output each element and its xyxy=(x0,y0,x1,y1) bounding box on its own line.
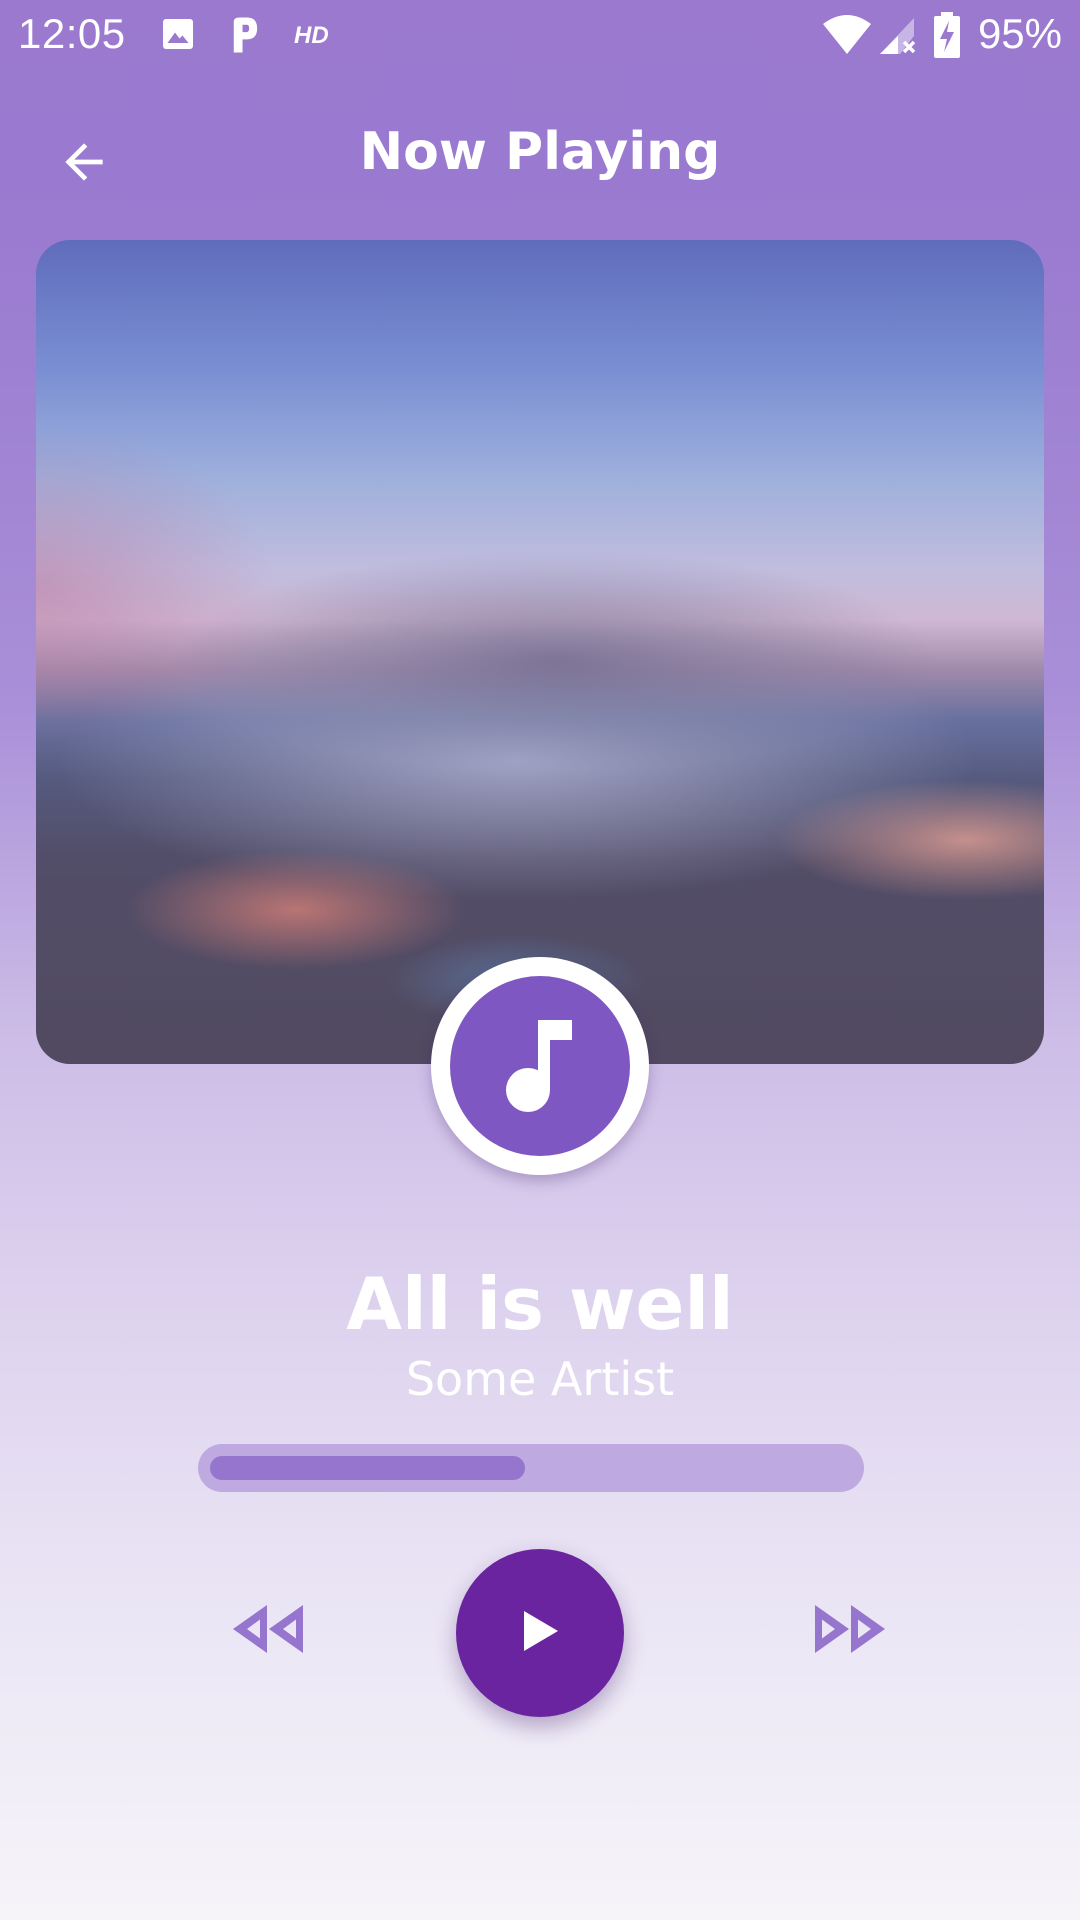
status-bar: 12:05 HD 95% xyxy=(0,0,1080,72)
progress-bar[interactable] xyxy=(198,1444,864,1492)
status-time: 12:05 xyxy=(18,10,126,57)
battery-charging-icon xyxy=(932,12,962,62)
rewind-icon xyxy=(227,1601,313,1661)
app-bar: Now Playing xyxy=(0,88,1080,224)
p-app-icon xyxy=(226,16,262,58)
hd-indicator: HD xyxy=(294,22,329,49)
music-badge xyxy=(431,957,649,1175)
page-title: Now Playing xyxy=(359,122,721,182)
progress-fill xyxy=(210,1456,525,1480)
song-artist: Some Artist xyxy=(405,1352,675,1406)
play-icon xyxy=(518,1607,562,1659)
song-title: All is well xyxy=(346,1262,734,1346)
image-icon xyxy=(160,16,196,56)
music-note-icon xyxy=(498,1014,582,1118)
forward-button[interactable] xyxy=(800,1596,900,1666)
battery-percentage: 95% xyxy=(977,10,1062,57)
fast-forward-icon xyxy=(807,1601,893,1661)
album-artwork xyxy=(36,240,1044,1064)
play-button[interactable] xyxy=(456,1549,624,1717)
wifi-icon xyxy=(822,14,872,60)
music-badge-circle xyxy=(450,976,630,1156)
rewind-button[interactable] xyxy=(220,1596,320,1666)
signal-icon xyxy=(878,14,918,60)
